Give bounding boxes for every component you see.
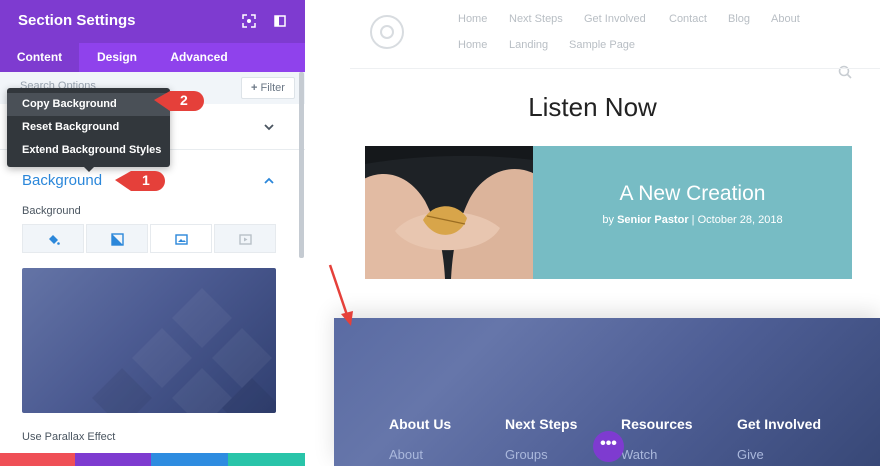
nav-link[interactable]: Get Involved: [584, 13, 646, 25]
footer-link[interactable]: About: [389, 447, 423, 462]
post-meta: by Senior Pastor | October 28, 2018: [602, 214, 783, 226]
background-color-tab[interactable]: [22, 224, 84, 253]
nav-link[interactable]: Contact: [669, 13, 707, 25]
tab-advanced[interactable]: Advanced: [155, 43, 243, 72]
panel-action-bar: [0, 453, 305, 466]
tab-design[interactable]: Design: [79, 43, 155, 72]
callout-1: 1: [115, 168, 167, 192]
background-image-tab[interactable]: [150, 224, 212, 253]
nav-divider: [350, 68, 880, 69]
filter-button[interactable]: + Filter: [241, 77, 295, 99]
nav-link[interactable]: Home: [458, 39, 487, 51]
background-context-menu: Copy Background Reset Background Extend …: [7, 88, 170, 167]
post-date: October 28, 2018: [697, 214, 783, 226]
footer-link[interactable]: Groups: [505, 447, 548, 462]
nav-link[interactable]: About: [771, 13, 800, 25]
background-section-title[interactable]: Background: [22, 172, 102, 189]
video-icon: [239, 234, 252, 245]
nav-link[interactable]: Blog: [728, 13, 750, 25]
nav-link[interactable]: Sample Page: [569, 39, 635, 51]
section-heading: Listen Now: [528, 92, 657, 122]
background-image-preview[interactable]: [22, 268, 276, 413]
filter-label: Filter: [260, 82, 285, 94]
plus-icon: +: [251, 82, 261, 94]
post-author[interactable]: Senior Pastor: [617, 214, 689, 226]
background-field-label: Background: [22, 205, 81, 217]
more-options-button[interactable]: •••: [593, 431, 624, 462]
parallax-label: Use Parallax Effect: [22, 431, 116, 443]
panel-scrollbar[interactable]: [299, 72, 304, 258]
post-info: A New Creation by Senior Pastor | Octobe…: [533, 146, 852, 279]
background-video-tab[interactable]: [214, 224, 276, 253]
annotation-arrow: [328, 264, 353, 326]
save-button[interactable]: [228, 453, 305, 466]
blog-post-card[interactable]: A New Creation by Senior Pastor | Octobe…: [365, 146, 852, 279]
tab-content[interactable]: Content: [0, 43, 79, 72]
footer-heading: About Us: [389, 416, 452, 432]
section-settings-panel: Section Settings Content Design Advanced…: [0, 0, 305, 466]
callout-2: 2: [154, 88, 206, 112]
nav-link[interactable]: Next Steps: [509, 13, 563, 25]
paint-bucket-icon: [49, 235, 60, 245]
nav-link[interactable]: Landing: [509, 39, 548, 51]
nav-link[interactable]: Home: [458, 13, 487, 25]
gradient-icon: [111, 233, 124, 246]
site-logo[interactable]: [367, 12, 407, 52]
panel-header: Section Settings: [0, 0, 305, 43]
page-preview: Home Next Steps Get Involved Contact Blo…: [305, 0, 880, 466]
post-featured-image[interactable]: [365, 146, 533, 279]
hands-holding-leaf-image: [365, 146, 533, 279]
context-menu-pointer: [84, 167, 94, 172]
menu-item-reset-background[interactable]: Reset Background: [7, 116, 170, 139]
chevron-down-icon: [264, 124, 274, 131]
footer-heading: Resources: [621, 416, 693, 432]
menu-item-extend-background-styles[interactable]: Extend Background Styles: [7, 139, 170, 162]
chevron-up-icon[interactable]: [264, 177, 274, 184]
diamond-pattern: [92, 288, 276, 413]
footer-heading: Next Steps: [505, 416, 578, 432]
image-icon: [175, 234, 188, 245]
menu-item-copy-background[interactable]: Copy Background: [7, 93, 170, 116]
post-title[interactable]: A New Creation: [533, 182, 852, 206]
redo-button[interactable]: [151, 453, 228, 466]
panel-title: Section Settings: [18, 12, 136, 29]
discard-button[interactable]: [0, 453, 75, 466]
footer-link[interactable]: Give: [737, 447, 764, 462]
undo-button[interactable]: [75, 453, 151, 466]
background-gradient-tab[interactable]: [86, 224, 148, 253]
sidebar-dock-icon[interactable]: [272, 13, 288, 29]
footer-link[interactable]: Watch: [621, 447, 657, 462]
footer-heading: Get Involved: [737, 416, 822, 432]
fullscreen-icon[interactable]: [241, 13, 257, 29]
settings-tabs: Content Design Advanced: [0, 43, 305, 72]
